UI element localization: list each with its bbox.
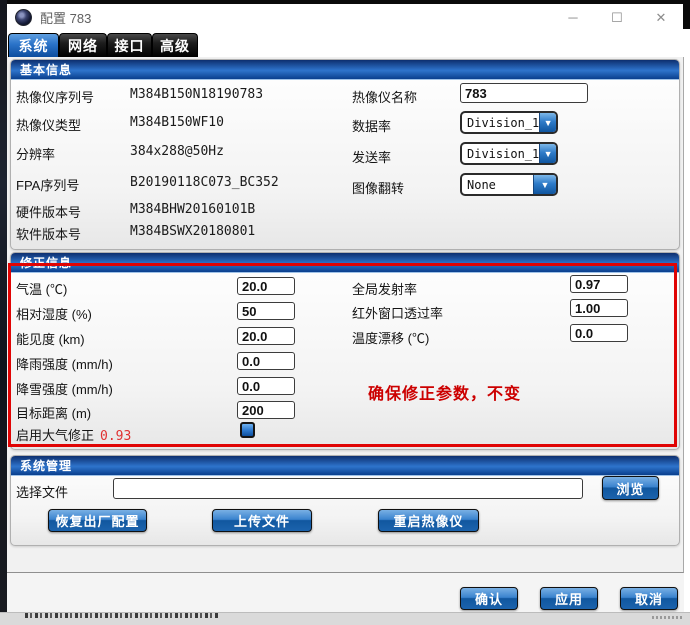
image-flip-select[interactable]: None ▼ [460,173,558,196]
chevron-down-icon[interactable]: ▼ [533,175,556,194]
label-global-emissivity: 全局发射率 [352,279,417,298]
label-visibility: 能见度 (km) [16,329,85,348]
file-path-input[interactable] [113,478,583,499]
value-hw-version: M384BHW20160101B [130,202,255,217]
value-sw-version: M384BSWX20180801 [130,224,255,239]
clipped-background-text [25,613,220,618]
label-send-rate: 发送率 [352,147,391,166]
label-select-file: 选择文件 [16,482,68,501]
rain-intensity-input[interactable] [237,352,295,370]
label-image-flip: 图像翻转 [352,178,404,197]
value-resolution: 384x288@50Hz [130,144,224,159]
tab-bar: 系统 网络 接口 高级 [7,33,684,57]
data-rate-select[interactable]: Division_1 ▼ [460,111,558,134]
snow-intensity-input[interactable] [237,377,295,395]
label-rain-intensity: 降雨强度 (mm/h) [16,354,113,373]
maximize-button[interactable]: ☐ [595,4,639,31]
tab-network[interactable]: 网络 [59,33,107,57]
target-distance-input[interactable] [237,401,295,419]
tab-advanced[interactable]: 高级 [152,33,198,57]
minimize-button[interactable]: ─ [551,4,595,31]
group-basic-info-header: 基本信息 [11,60,679,80]
label-data-rate: 数据率 [352,116,391,135]
chevron-down-icon[interactable]: ▼ [539,144,556,163]
label-target-distance: 目标距离 (m) [16,403,91,422]
label-camera-type: 热像仪类型 [16,115,81,134]
ir-window-transmittance-input[interactable] [570,299,628,317]
label-hw-version: 硬件版本号 [16,202,81,221]
reboot-camera-button[interactable]: 重启热像仪 [378,509,479,532]
atmos-correction-checkbox[interactable] [240,422,255,438]
label-air-temperature: 气温 (℃) [16,279,67,298]
label-ir-window-transmittance: 红外窗口透过率 [352,303,443,322]
send-rate-value: Division_1 [462,144,539,163]
window-controls: ─ ☐ ✕ [551,4,683,31]
value-camera-type: M384B150WF10 [130,115,224,130]
label-fpa-serial: FPA序列号 [16,175,79,194]
label-serial-number: 热像仪序列号 [16,87,94,106]
group-correction-header: 修正信息 [11,253,679,273]
label-snow-intensity: 降雪强度 (mm/h) [16,379,113,398]
tab-system[interactable]: 系统 [8,33,59,57]
label-sw-version: 软件版本号 [16,224,81,243]
label-resolution: 分辨率 [16,144,55,163]
close-button[interactable]: ✕ [639,4,683,31]
upload-file-button[interactable]: 上传文件 [212,509,312,532]
relative-humidity-input[interactable] [237,302,295,320]
browse-button[interactable]: 浏览 [602,476,659,500]
annotation-red-text: 确保修正参数，不变 [368,380,521,404]
camera-name-input[interactable] [460,83,588,103]
data-rate-value: Division_1 [462,113,539,132]
titlebar: 配置 783 ─ ☐ ✕ [7,4,683,31]
global-emissivity-input[interactable] [570,275,628,293]
air-temperature-input[interactable] [237,277,295,295]
background-window-strip [0,0,7,613]
apply-button[interactable]: 应用 [540,587,598,610]
background-window-edge [683,0,690,29]
cancel-button[interactable]: 取消 [620,587,678,610]
label-camera-name: 热像仪名称 [352,87,417,106]
label-temperature-drift: 温度漂移 (℃) [352,328,429,347]
send-rate-select[interactable]: Division_1 ▼ [460,142,558,165]
value-fpa-serial: B20190118C073_BC352 [130,175,279,190]
visibility-input[interactable] [237,327,295,345]
label-atmos-correction: 启用大气修正 0.93 [16,425,131,444]
confirm-button[interactable]: 确认 [460,587,518,610]
chevron-down-icon[interactable]: ▼ [539,113,556,132]
atmos-coefficient: 0.93 [100,429,131,444]
restore-factory-button[interactable]: 恢复出厂配置 [48,509,147,532]
value-serial-number: M384B150N18190783 [130,87,263,102]
camera-lens-icon [15,9,32,26]
window-title: 配置 783 [40,8,91,27]
atmos-correction-text: 启用大气修正 [16,428,94,443]
label-relative-humidity: 相对湿度 (%) [16,304,92,323]
image-flip-value: None [462,175,533,194]
group-system-mgmt: 系统管理 [10,455,680,546]
clipped-background-text [652,616,682,619]
temperature-drift-input[interactable] [570,324,628,342]
tab-interface[interactable]: 接口 [107,33,152,57]
group-system-mgmt-header: 系统管理 [11,456,679,476]
